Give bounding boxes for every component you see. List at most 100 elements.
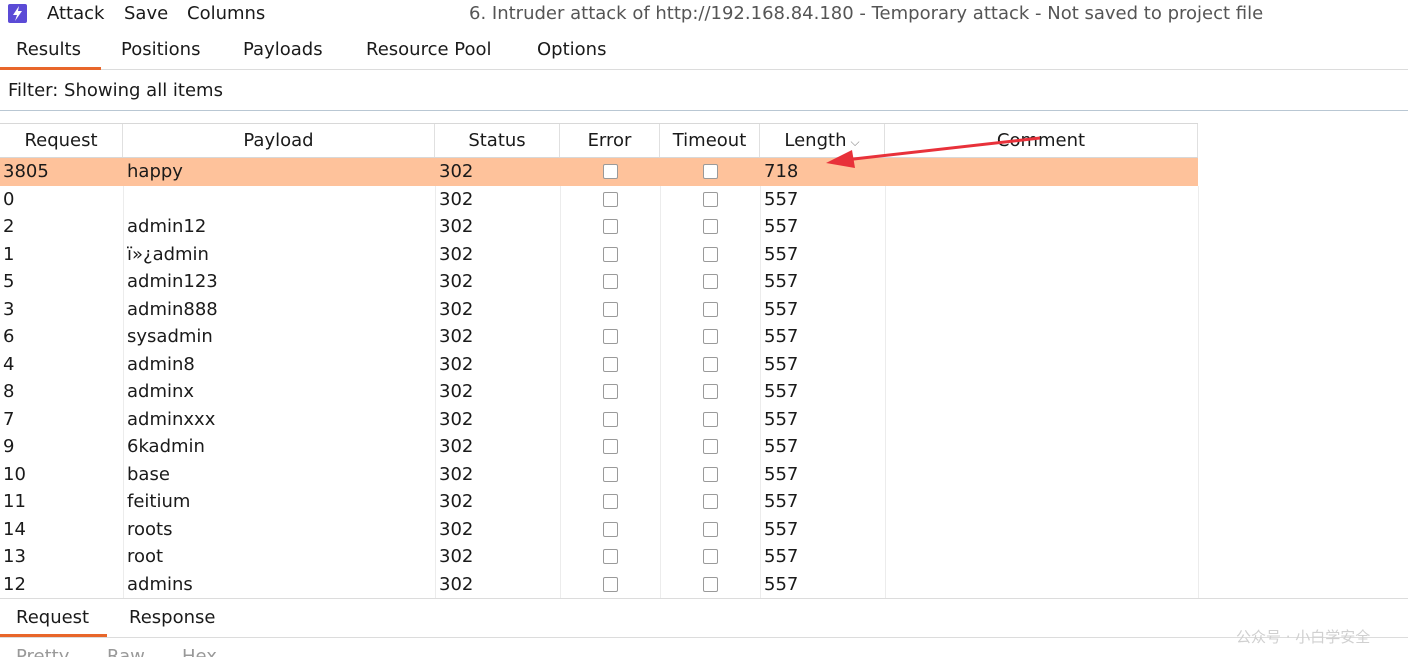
table-row[interactable]: 7 adminxxx 302 557 xyxy=(0,405,1199,433)
tab-pretty[interactable]: Pretty xyxy=(16,646,69,657)
timeout-checkbox[interactable] xyxy=(703,576,718,592)
cell-request: 10 xyxy=(3,463,26,485)
column-divider xyxy=(1198,323,1199,351)
column-divider xyxy=(435,405,436,433)
table-row[interactable]: 8 adminx 302 557 xyxy=(0,378,1199,406)
tab-response[interactable]: Response xyxy=(129,607,215,628)
column-divider xyxy=(1198,405,1199,433)
tab-hex[interactable]: Hex xyxy=(182,646,217,657)
cell-request: 2 xyxy=(3,216,15,237)
column-divider xyxy=(760,350,761,378)
menu-save[interactable]: Save xyxy=(124,3,168,24)
timeout-checkbox[interactable] xyxy=(703,549,718,564)
tab-raw[interactable]: Raw xyxy=(107,646,145,657)
menu-attack[interactable]: Attack xyxy=(47,3,104,24)
cell-payload: base xyxy=(127,463,170,485)
column-divider xyxy=(760,378,761,406)
error-checkbox[interactable] xyxy=(603,411,618,427)
table-row[interactable]: 5 admin123 302 557 xyxy=(0,268,1199,296)
column-divider xyxy=(885,323,886,351)
timeout-checkbox[interactable] xyxy=(703,329,718,344)
column-divider xyxy=(435,378,436,406)
error-checkbox[interactable] xyxy=(603,356,618,372)
column-divider xyxy=(885,570,886,598)
error-checkbox[interactable] xyxy=(603,439,618,454)
table-row[interactable]: 3 admin888 302 557 xyxy=(0,295,1199,323)
sort-descending-icon: ⌵ xyxy=(850,135,860,149)
cell-length: 557 xyxy=(764,216,799,237)
error-checkbox[interactable] xyxy=(603,329,618,344)
error-checkbox[interactable] xyxy=(603,191,618,207)
tab-request[interactable]: Request xyxy=(0,607,108,637)
table-row[interactable]: 1 ï»¿admin 302 557 xyxy=(0,240,1199,268)
error-checkbox[interactable] xyxy=(603,576,618,592)
column-divider xyxy=(560,185,561,213)
table-row[interactable]: 12 admins 302 557 xyxy=(0,570,1199,598)
cell-length: 557 xyxy=(764,546,799,567)
table-row[interactable]: 3805 happy 302 718 xyxy=(0,158,1198,186)
column-header-request[interactable]: Request xyxy=(0,124,123,157)
error-checkbox[interactable] xyxy=(603,164,618,179)
column-header-payload[interactable]: Payload xyxy=(123,124,435,157)
column-header-label: Timeout xyxy=(672,130,747,151)
cell-request: 12 xyxy=(3,573,26,595)
table-row[interactable]: 0 302 557 xyxy=(0,185,1199,214)
column-divider xyxy=(435,213,436,241)
timeout-checkbox[interactable] xyxy=(703,439,718,454)
error-checkbox[interactable] xyxy=(603,549,618,564)
column-divider xyxy=(123,185,124,213)
column-divider xyxy=(123,295,124,323)
timeout-checkbox[interactable] xyxy=(703,164,718,179)
cell-payload xyxy=(127,186,427,214)
timeout-checkbox[interactable] xyxy=(703,274,718,289)
table-row[interactable]: 14 roots 302 557 xyxy=(0,515,1199,543)
column-header-length[interactable]: Length ⌵ xyxy=(760,124,885,157)
timeout-checkbox[interactable] xyxy=(703,494,718,509)
filter-bar[interactable]: Filter: Showing all items xyxy=(0,72,1408,111)
table-row[interactable]: 11 feitium 302 557 xyxy=(0,488,1199,516)
tab-resource-pool[interactable]: Resource Pool xyxy=(366,39,492,66)
timeout-checkbox[interactable] xyxy=(703,521,718,537)
column-divider xyxy=(435,543,436,571)
timeout-checkbox[interactable] xyxy=(703,356,718,372)
tab-positions[interactable]: Positions xyxy=(121,39,200,66)
column-header-comment[interactable]: Comment xyxy=(885,124,1198,157)
menu-columns[interactable]: Columns xyxy=(187,3,265,24)
table-row[interactable]: 2 admin12 302 557 xyxy=(0,213,1199,241)
filter-text[interactable]: Filter: Showing all items xyxy=(8,80,223,101)
column-divider xyxy=(660,515,661,543)
timeout-checkbox[interactable] xyxy=(703,219,718,234)
table-row[interactable]: 13 root 302 557 xyxy=(0,543,1199,571)
cell-payload: ï»¿admin xyxy=(127,243,209,265)
error-checkbox[interactable] xyxy=(603,466,618,482)
error-checkbox[interactable] xyxy=(603,521,618,537)
timeout-checkbox[interactable] xyxy=(703,191,718,207)
error-checkbox[interactable] xyxy=(603,219,618,234)
table-row[interactable]: 10 base 302 557 xyxy=(0,460,1199,488)
tab-options[interactable]: Options xyxy=(537,39,606,66)
column-divider xyxy=(435,185,436,213)
column-header-timeout[interactable]: Timeout xyxy=(660,124,760,157)
column-header-status[interactable]: Status xyxy=(435,124,560,157)
error-checkbox[interactable] xyxy=(603,494,618,509)
tab-payloads[interactable]: Payloads xyxy=(243,39,323,66)
tab-results[interactable]: Results xyxy=(0,39,101,70)
timeout-checkbox[interactable] xyxy=(703,466,718,482)
table-row[interactable]: 6 sysadmin 302 557 xyxy=(0,323,1199,351)
timeout-checkbox[interactable] xyxy=(703,411,718,427)
error-checkbox[interactable] xyxy=(603,274,618,289)
timeout-checkbox[interactable] xyxy=(703,246,718,262)
error-checkbox[interactable] xyxy=(603,301,618,317)
error-checkbox[interactable] xyxy=(603,246,618,262)
column-divider xyxy=(123,543,124,571)
timeout-checkbox[interactable] xyxy=(703,301,718,317)
cell-length: 557 xyxy=(764,353,799,375)
table-row[interactable]: 4 admin8 302 557 xyxy=(0,350,1199,378)
table-row[interactable]: 9 6kadmin 302 557 xyxy=(0,433,1199,461)
timeout-checkbox[interactable] xyxy=(703,384,718,399)
column-header-error[interactable]: Error xyxy=(560,124,660,157)
error-checkbox[interactable] xyxy=(603,384,618,399)
column-divider xyxy=(660,378,661,406)
cell-length: 557 xyxy=(764,436,799,457)
column-divider xyxy=(760,488,761,516)
